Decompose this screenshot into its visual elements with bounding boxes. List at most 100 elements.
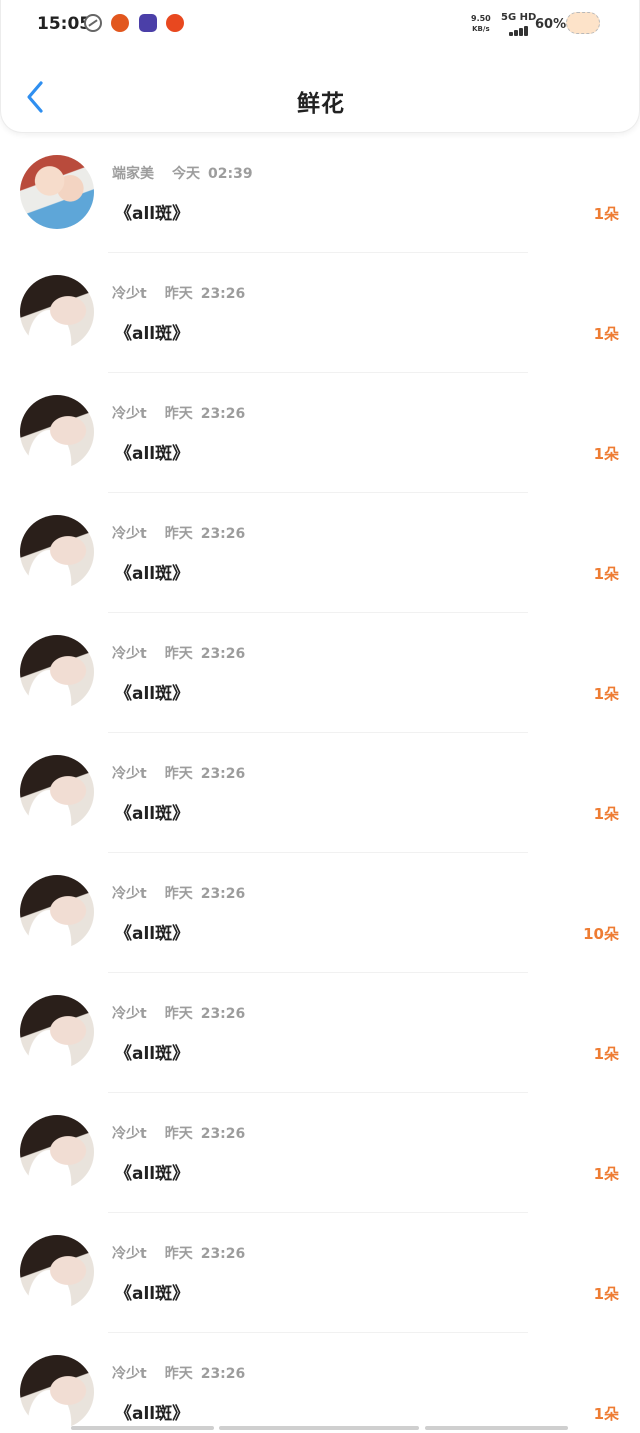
work-title[interactable]: 《all斑》 [115, 439, 189, 464]
sender-meta: 冷少t 昨天 23:26 [112, 883, 245, 903]
net-speed-value: 9.50 [471, 14, 491, 23]
list-item[interactable]: 冷少t 昨天 23:26 《all斑》 1朵 [0, 493, 640, 613]
sent-time: 23:26 [200, 1126, 246, 1142]
avatar[interactable] [20, 515, 94, 589]
sender-meta: 冷少t 昨天 23:26 [112, 283, 245, 303]
avatar[interactable] [20, 875, 94, 949]
sent-time: 23:26 [200, 766, 246, 782]
avatar[interactable] [20, 755, 94, 829]
flower-count: 1朵 [593, 325, 619, 343]
network-type: 5G HD [501, 12, 537, 23]
avatar[interactable] [20, 1355, 94, 1429]
app-notification-icon [111, 14, 129, 32]
sent-time: 23:26 [200, 526, 246, 542]
sent-day: 昨天 [164, 526, 193, 542]
work-title[interactable]: 《all斑》 [115, 1159, 189, 1184]
status-time: 15:05 [37, 14, 92, 34]
flower-record-list[interactable]: 端家美 今天 02:39 《all斑》 1朵 冷少t 昨天 23:26 《all斑》 1朵 冷少t 昨… [0, 133, 640, 1433]
list-item[interactable]: 冷少t 昨天 23:26 《all斑》 1朵 [0, 1333, 640, 1433]
flower-count: 1朵 [593, 445, 619, 463]
battery-icon [566, 12, 600, 34]
flower-count: 1朵 [593, 805, 619, 823]
sent-time: 23:26 [200, 1006, 246, 1022]
sent-time: 02:39 [208, 166, 253, 182]
sent-day: 昨天 [164, 1366, 193, 1382]
avatar[interactable] [20, 1115, 94, 1189]
list-item[interactable]: 冷少t 昨天 23:26 《all斑》 1朵 [0, 373, 640, 493]
sender-name[interactable]: 冷少t [112, 1126, 147, 1142]
app-notification-icon [166, 14, 184, 32]
list-item[interactable]: 冷少t 昨天 23:26 《all斑》 1朵 [0, 253, 640, 373]
sent-time: 23:26 [200, 1246, 246, 1262]
avatar[interactable] [20, 995, 94, 1069]
work-title[interactable]: 《all斑》 [115, 319, 189, 344]
avatar[interactable] [20, 155, 94, 229]
flower-count: 1朵 [593, 1165, 619, 1183]
sent-day: 昨天 [164, 406, 193, 422]
app-notification-icon [139, 14, 157, 32]
sent-time: 23:26 [200, 886, 246, 902]
list-item[interactable]: 冷少t 昨天 23:26 《all斑》 1朵 [0, 613, 640, 733]
work-title[interactable]: 《all斑》 [115, 1039, 189, 1064]
flower-count: 1朵 [593, 685, 619, 703]
work-title[interactable]: 《all斑》 [115, 199, 189, 224]
flower-count: 1朵 [593, 1285, 619, 1303]
sent-day: 昨天 [164, 1006, 193, 1022]
work-title[interactable]: 《all斑》 [115, 679, 189, 704]
sent-day: 昨天 [164, 766, 193, 782]
list-item[interactable]: 冷少t 昨天 23:26 《all斑》 1朵 [0, 1093, 640, 1213]
sent-day: 昨天 [164, 286, 193, 302]
page-title: 鲜花 [297, 91, 345, 117]
sent-time: 23:26 [200, 1366, 246, 1382]
work-title[interactable]: 《all斑》 [115, 1399, 189, 1424]
sender-name[interactable]: 冷少t [112, 1006, 147, 1022]
sender-name[interactable]: 冷少t [112, 286, 147, 302]
flower-count: 1朵 [593, 1405, 619, 1423]
list-item[interactable]: 冷少t 昨天 23:26 《all斑》 1朵 [0, 973, 640, 1093]
list-item[interactable]: 冷少t 昨天 23:26 《all斑》 1朵 [0, 1213, 640, 1333]
sender-name[interactable]: 冷少t [112, 526, 147, 542]
sent-day: 昨天 [164, 1126, 193, 1142]
list-item[interactable]: 冷少t 昨天 23:26 《all斑》 1朵 [0, 733, 640, 853]
sent-time: 23:26 [200, 406, 246, 422]
work-title[interactable]: 《all斑》 [115, 559, 189, 584]
net-speed-unit: KB/s [472, 25, 490, 33]
sender-meta: 冷少t 昨天 23:26 [112, 523, 245, 543]
sender-meta: 冷少t 昨天 23:26 [112, 403, 245, 423]
avatar[interactable] [20, 635, 94, 709]
list-item[interactable]: 端家美 今天 02:39 《all斑》 1朵 [0, 133, 640, 253]
sender-meta: 冷少t 昨天 23:26 [112, 763, 245, 783]
signal-icon [501, 24, 531, 36]
sender-name[interactable]: 冷少t [112, 886, 147, 902]
sender-meta: 冷少t 昨天 23:26 [112, 643, 245, 663]
sender-name[interactable]: 冷少t [112, 406, 147, 422]
net-speed: 9.50 KB/s [471, 13, 491, 35]
sender-name[interactable]: 冷少t [112, 1246, 147, 1262]
sender-name[interactable]: 冷少t [112, 766, 147, 782]
sent-time: 23:26 [200, 286, 246, 302]
flower-count: 1朵 [593, 565, 619, 583]
avatar[interactable] [20, 395, 94, 469]
sender-meta: 冷少t 昨天 23:26 [112, 1123, 245, 1143]
work-title[interactable]: 《all斑》 [115, 799, 189, 824]
header: 15:05 9.50 KB/s 5G HD 60% 鲜花 [0, 0, 640, 133]
avatar[interactable] [20, 275, 94, 349]
sender-name[interactable]: 端家美 [112, 166, 154, 182]
list-item[interactable]: 冷少t 昨天 23:26 《all斑》 10朵 [0, 853, 640, 973]
sent-day: 今天 [172, 166, 200, 182]
sent-day: 昨天 [164, 886, 193, 902]
sync-icon [84, 14, 102, 32]
sender-meta: 冷少t 昨天 23:26 [112, 1243, 245, 1263]
battery-percent: 60% [535, 17, 567, 32]
work-title[interactable]: 《all斑》 [115, 1279, 189, 1304]
sender-meta: 冷少t 昨天 23:26 [112, 1003, 245, 1023]
work-title[interactable]: 《all斑》 [115, 919, 189, 944]
sender-name[interactable]: 冷少t [112, 1366, 147, 1382]
flower-count: 1朵 [593, 205, 619, 223]
status-bar: 15:05 9.50 KB/s 5G HD 60% [1, 0, 640, 50]
flower-count: 1朵 [593, 1045, 619, 1063]
sender-name[interactable]: 冷少t [112, 646, 147, 662]
avatar[interactable] [20, 1235, 94, 1309]
flower-count: 10朵 [583, 925, 619, 943]
scroll-indicator [71, 1426, 571, 1430]
